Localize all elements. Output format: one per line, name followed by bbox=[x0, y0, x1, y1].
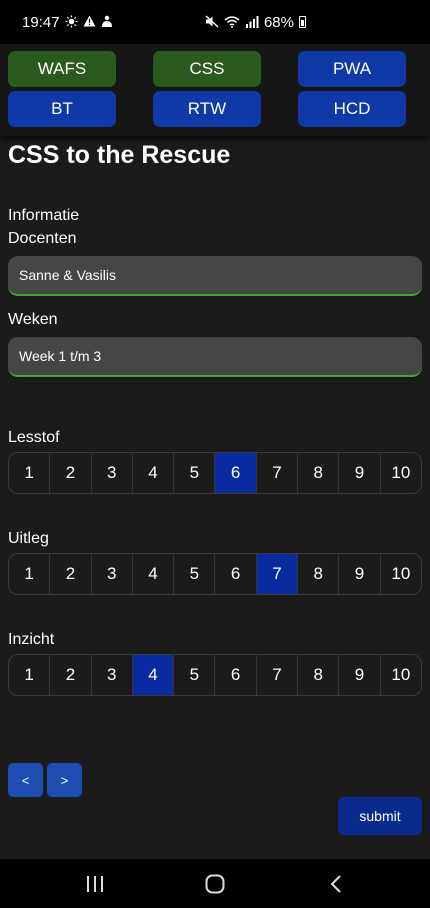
uitleg-option[interactable]: 2 bbox=[49, 554, 90, 594]
notification-icon bbox=[101, 15, 113, 30]
weken-label: Weken bbox=[8, 311, 58, 328]
lesstof-option[interactable]: 6 bbox=[214, 453, 256, 493]
back-icon[interactable] bbox=[316, 859, 356, 908]
mute-icon bbox=[205, 14, 219, 30]
signal-icon bbox=[245, 15, 259, 30]
home-icon[interactable] bbox=[195, 859, 235, 908]
previous-button[interactable]: < bbox=[8, 763, 43, 797]
info-heading: Informatie bbox=[8, 207, 80, 224]
inzicht-option[interactable]: 10 bbox=[379, 655, 421, 695]
course-button-rtw[interactable]: RTW bbox=[153, 91, 261, 127]
uitleg-label: Uitleg bbox=[8, 530, 49, 547]
warning-icon bbox=[83, 15, 96, 29]
battery-percent: 68% bbox=[263, 13, 294, 31]
uitleg-option[interactable]: 5 bbox=[173, 554, 214, 594]
status-left: 19:47 bbox=[22, 14, 113, 31]
lesstof-option[interactable]: 2 bbox=[49, 453, 90, 493]
lesstof-option[interactable]: 7 bbox=[255, 453, 297, 493]
lesstof-label: Lesstof bbox=[8, 429, 60, 446]
lesstof-scale: 1 2 3 4 5 6 7 8 9 10 bbox=[8, 452, 422, 494]
inzicht-option[interactable]: 8 bbox=[297, 655, 338, 695]
lesstof-option[interactable]: 5 bbox=[173, 453, 214, 493]
uitleg-option[interactable]: 3 bbox=[90, 554, 132, 594]
inzicht-option[interactable]: 7 bbox=[255, 655, 297, 695]
inzicht-option[interactable]: 9 bbox=[338, 655, 379, 695]
inzicht-option[interactable]: 4 bbox=[131, 655, 174, 695]
lesstof-option[interactable]: 10 bbox=[379, 453, 421, 493]
page-title: CSS to the Rescue bbox=[8, 141, 231, 169]
wifi-icon bbox=[224, 15, 240, 30]
next-button[interactable]: > bbox=[47, 763, 82, 797]
lesstof-option[interactable]: 8 bbox=[297, 453, 338, 493]
inzicht-scale: 1 2 3 4 5 6 7 8 9 10 bbox=[8, 654, 422, 696]
course-button-pwa[interactable]: PWA bbox=[298, 51, 406, 87]
uitleg-option[interactable]: 6 bbox=[214, 554, 255, 594]
course-nav: WAFS CSS PWA BT RTW HCD bbox=[0, 44, 430, 136]
course-button-wafs[interactable]: WAFS bbox=[8, 51, 116, 87]
lesstof-option[interactable]: 1 bbox=[9, 453, 49, 493]
inzicht-option[interactable]: 1 bbox=[9, 655, 49, 695]
status-time: 19:47 bbox=[22, 13, 60, 31]
sun-icon bbox=[65, 14, 78, 30]
lesstof-option[interactable]: 4 bbox=[131, 453, 173, 493]
lesstof-option[interactable]: 3 bbox=[90, 453, 132, 493]
uitleg-scale: 1 2 3 4 5 6 7 8 9 10 bbox=[8, 553, 422, 595]
inzicht-option[interactable]: 5 bbox=[173, 655, 214, 695]
docenten-label: Docenten bbox=[8, 230, 77, 247]
system-nav-bar bbox=[0, 859, 430, 908]
weken-field[interactable] bbox=[8, 337, 422, 377]
lesstof-option[interactable]: 9 bbox=[338, 453, 379, 493]
status-bar: 19:47 68% bbox=[0, 0, 430, 44]
inzicht-option[interactable]: 2 bbox=[49, 655, 90, 695]
course-button-css[interactable]: CSS bbox=[153, 51, 261, 87]
inzicht-option[interactable]: 6 bbox=[214, 655, 255, 695]
recent-apps-icon[interactable] bbox=[75, 859, 115, 908]
course-button-bt[interactable]: BT bbox=[8, 91, 116, 127]
submit-button[interactable]: submit bbox=[338, 797, 422, 835]
uitleg-option[interactable]: 8 bbox=[297, 554, 338, 594]
course-button-hcd[interactable]: HCD bbox=[298, 91, 406, 127]
docenten-field[interactable] bbox=[8, 256, 422, 296]
battery-icon bbox=[299, 16, 306, 28]
status-right: 68% bbox=[205, 14, 306, 31]
inzicht-option[interactable]: 3 bbox=[90, 655, 132, 695]
uitleg-option[interactable]: 4 bbox=[131, 554, 173, 594]
uitleg-option[interactable]: 1 bbox=[9, 554, 49, 594]
uitleg-option[interactable]: 10 bbox=[379, 554, 421, 594]
inzicht-label: Inzicht bbox=[8, 631, 55, 648]
uitleg-option[interactable]: 9 bbox=[338, 554, 379, 594]
uitleg-option[interactable]: 7 bbox=[255, 554, 298, 594]
